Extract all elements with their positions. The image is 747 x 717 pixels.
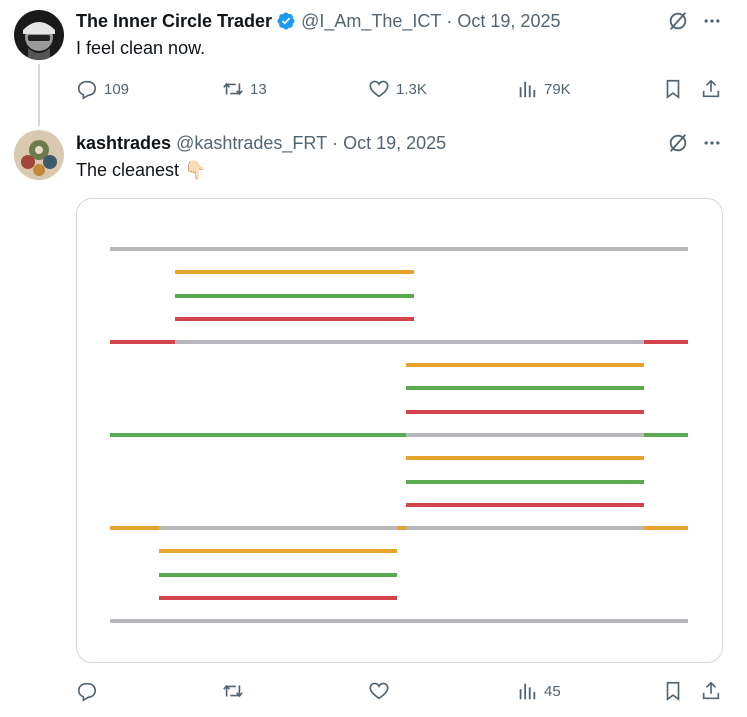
views-button[interactable]: 45 xyxy=(516,679,561,703)
share-button[interactable] xyxy=(700,679,722,703)
retweet-button[interactable]: 13 xyxy=(222,77,267,101)
action-bar: 45 xyxy=(76,679,726,703)
like-icon xyxy=(369,80,389,98)
tweet-1[interactable]: The Inner Circle Trader @I_Am_The_ICT · … xyxy=(0,0,747,126)
views-count: 45 xyxy=(544,682,561,700)
retweet-icon xyxy=(223,684,243,698)
share-button[interactable] xyxy=(700,77,722,101)
tweet-date[interactable]: Oct 19, 2025 xyxy=(343,133,446,154)
tweet-header: kashtrades @kashtrades_FRT · Oct 19, 202… xyxy=(76,132,446,154)
author-name[interactable]: The Inner Circle Trader xyxy=(76,11,272,32)
more-icon[interactable] xyxy=(700,9,724,33)
retweet-button[interactable] xyxy=(222,679,250,703)
more-icon[interactable] xyxy=(700,131,724,155)
share-icon xyxy=(702,681,720,700)
tweet-media-image[interactable] xyxy=(76,198,723,663)
grok-icon[interactable] xyxy=(666,131,690,155)
pointing-down-emoji: 👇🏻 xyxy=(184,160,207,180)
level-lines-graphic xyxy=(110,247,688,623)
bookmark-button[interactable] xyxy=(662,77,684,101)
tweet-header: The Inner Circle Trader @I_Am_The_ICT · … xyxy=(76,10,560,32)
grok-icon[interactable] xyxy=(666,9,690,33)
author-name[interactable]: kashtrades xyxy=(76,133,171,154)
reply-button[interactable]: 109 xyxy=(76,77,129,101)
views-count: 79K xyxy=(544,80,571,98)
reply-count: 109 xyxy=(104,80,130,98)
bookmark-icon xyxy=(666,79,680,99)
author-handle[interactable]: @kashtrades_FRT xyxy=(176,133,327,154)
reply-icon xyxy=(77,80,97,100)
like-icon xyxy=(369,682,389,700)
like-button[interactable]: 1.3K xyxy=(368,77,427,101)
bookmark-button[interactable] xyxy=(662,679,684,703)
reply-button[interactable] xyxy=(76,679,104,703)
views-icon xyxy=(519,81,536,98)
verified-badge-icon xyxy=(276,11,296,31)
separator-dot: · xyxy=(446,10,453,31)
separator-dot: · xyxy=(332,132,339,153)
avatar[interactable] xyxy=(14,10,64,60)
tweet-text-content: The cleanest xyxy=(76,160,180,180)
action-bar: 109 13 1.3K 79K xyxy=(76,77,726,101)
tweet-text: I feel clean now. xyxy=(76,38,206,58)
share-icon xyxy=(702,79,720,98)
retweet-icon xyxy=(223,82,243,96)
tweet-text: The cleanest 👇🏻 xyxy=(76,160,207,181)
author-handle[interactable]: @I_Am_The_ICT xyxy=(301,11,441,32)
views-button[interactable]: 79K xyxy=(516,77,571,101)
tweet-date[interactable]: Oct 19, 2025 xyxy=(457,11,560,32)
like-button[interactable] xyxy=(368,679,396,703)
retweet-count: 13 xyxy=(250,80,267,98)
like-count: 1.3K xyxy=(396,80,427,98)
reply-icon xyxy=(77,682,97,702)
views-icon xyxy=(519,683,536,700)
avatar[interactable] xyxy=(14,130,64,180)
bookmark-icon xyxy=(666,681,680,701)
